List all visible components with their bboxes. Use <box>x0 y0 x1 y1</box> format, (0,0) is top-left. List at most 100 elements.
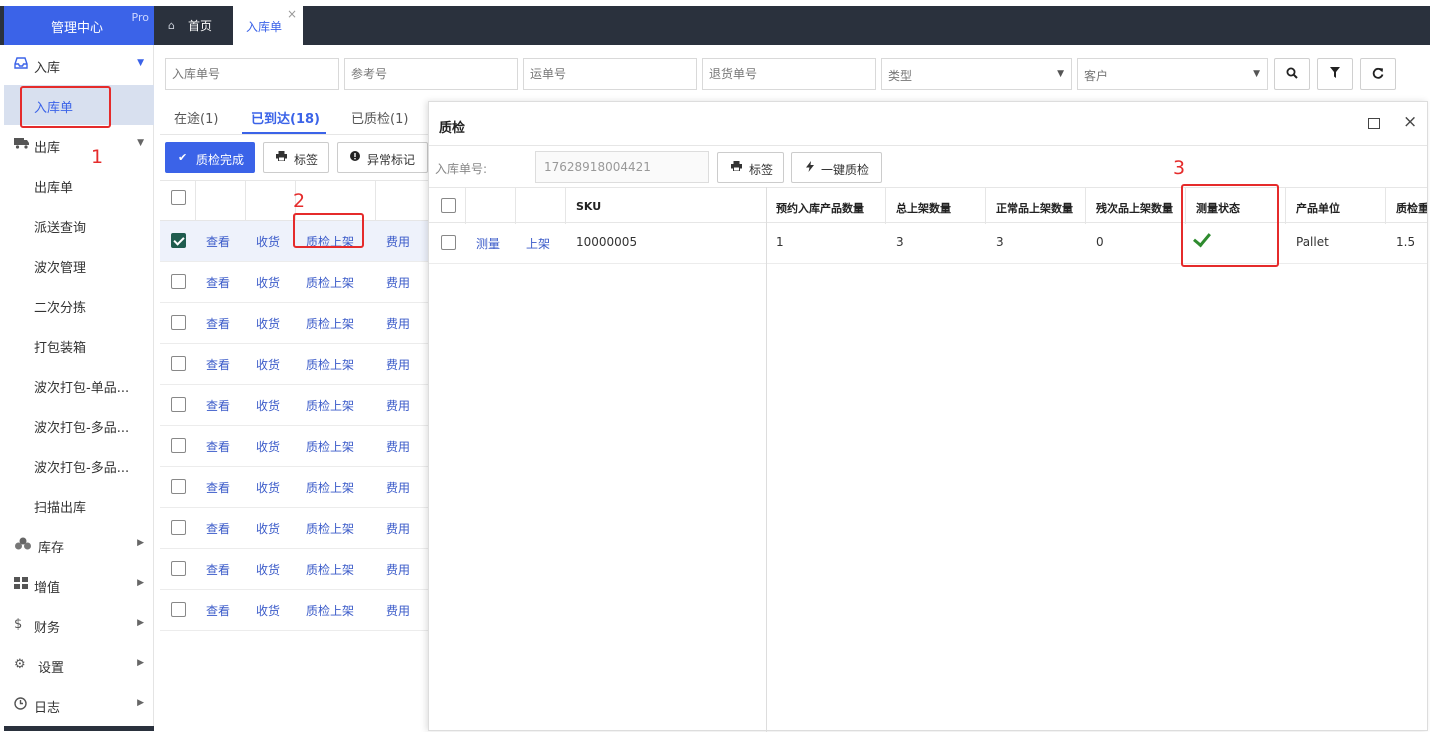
row-checkbox[interactable] <box>171 356 186 371</box>
view-link[interactable]: 查看 <box>206 356 230 373</box>
select-all-checkbox[interactable] <box>171 190 186 205</box>
fee-link[interactable]: 费用 <box>386 356 410 373</box>
sidebar-item-wave-pack-multi-1[interactable]: 波次打包-多品... <box>4 405 154 445</box>
exception-mark-button[interactable]: 异常标记 <box>337 142 428 173</box>
customer-select[interactable]: 客户 ▼ <box>1077 58 1268 90</box>
reference-no-input[interactable] <box>345 59 517 89</box>
sidebar-item-finance[interactable]: $ 财务 ▶ <box>4 605 154 645</box>
sidebar-item-value-added[interactable]: 增值 ▶ <box>4 565 154 605</box>
receive-link[interactable]: 收货 <box>256 274 280 291</box>
fee-link[interactable]: 费用 <box>386 274 410 291</box>
one-click-qc-button[interactable]: 一键质检 <box>791 152 882 183</box>
qc-shelve-link[interactable]: 质检上架 <box>306 438 354 455</box>
qc-shelve-link[interactable]: 质检上架 <box>306 520 354 537</box>
fee-link[interactable]: 费用 <box>386 438 410 455</box>
inbound-no-input[interactable] <box>166 59 338 89</box>
receive-link[interactable]: 收货 <box>256 315 280 332</box>
sidebar-item-delivery-query[interactable]: 派送查询 <box>4 205 154 245</box>
waybill-no-input[interactable] <box>524 59 696 89</box>
qc-shelve-link[interactable]: 质检上架 <box>306 602 354 619</box>
view-link[interactable]: 查看 <box>206 233 230 250</box>
view-link[interactable]: 查看 <box>206 561 230 578</box>
receive-link[interactable]: 收货 <box>256 602 280 619</box>
receive-link[interactable]: 收货 <box>256 479 280 496</box>
row-checkbox[interactable] <box>171 233 186 248</box>
fee-link[interactable]: 费用 <box>386 520 410 537</box>
shelve-link[interactable]: 上架 <box>526 235 550 252</box>
qc-shelve-link[interactable]: 质检上架 <box>306 561 354 578</box>
tab-inbound-order[interactable]: 入库单 × <box>233 6 303 45</box>
type-select[interactable]: 类型 ▼ <box>881 58 1072 90</box>
receive-link[interactable]: 收货 <box>256 561 280 578</box>
fee-link[interactable]: 费用 <box>386 602 410 619</box>
refresh-button[interactable] <box>1360 58 1396 90</box>
receive-link[interactable]: 收货 <box>256 397 280 414</box>
qc-shelve-link[interactable]: 质检上架 <box>306 356 354 373</box>
tab-home[interactable]: ⌂ 首页 <box>156 6 231 45</box>
measure-link[interactable]: 测量 <box>476 235 500 252</box>
sidebar-item-packing[interactable]: 打包装箱 <box>4 325 154 365</box>
sidebar-item-inventory[interactable]: 库存 ▶ <box>4 525 154 565</box>
filter-button[interactable] <box>1317 58 1353 90</box>
row-checkbox[interactable] <box>171 520 186 535</box>
logo-title: 管理中心 <box>51 21 104 36</box>
view-link[interactable]: 查看 <box>206 602 230 619</box>
maximize-icon[interactable] <box>1368 118 1380 129</box>
row-checkbox[interactable] <box>171 274 186 289</box>
row-checkbox[interactable] <box>171 561 186 576</box>
sidebar-item-outbound-order[interactable]: 出库单 <box>4 165 154 205</box>
receive-link[interactable]: 收货 <box>256 520 280 537</box>
qc-shelve-link[interactable]: 质检上架 <box>306 274 354 291</box>
view-link[interactable]: 查看 <box>206 274 230 291</box>
view-link[interactable]: 查看 <box>206 315 230 332</box>
sidebar-item-outbound[interactable]: 出库 ▼ <box>4 125 154 165</box>
row-checkbox[interactable] <box>171 479 186 494</box>
row-checkbox[interactable] <box>171 397 186 412</box>
fee-link[interactable]: 费用 <box>386 479 410 496</box>
select-all-checkbox[interactable] <box>441 198 456 213</box>
fee-link[interactable]: 费用 <box>386 315 410 332</box>
sidebar-item-scan-outbound[interactable]: 扫描出库 <box>4 485 154 525</box>
search-button[interactable] <box>1274 58 1310 90</box>
return-no-input[interactable] <box>703 59 875 89</box>
tab-arrived[interactable]: 已到达(18) <box>251 108 320 127</box>
receive-link[interactable]: 收货 <box>256 356 280 373</box>
label-button[interactable]: 标签 <box>263 142 329 173</box>
reference-no-field[interactable] <box>344 58 518 90</box>
sidebar-item-wave-pack-single[interactable]: 波次打包-单品... <box>4 365 154 405</box>
sidebar-item-inbound[interactable]: 入库 ▼ <box>4 45 154 85</box>
inbound-no-field[interactable] <box>165 58 339 90</box>
view-link[interactable]: 查看 <box>206 479 230 496</box>
tab-qc-done[interactable]: 已质检(1) <box>351 108 408 127</box>
sidebar-item-settings[interactable]: ⚙ 设置 ▶ <box>4 645 154 685</box>
return-no-field[interactable] <box>702 58 876 90</box>
row-checkbox[interactable] <box>171 438 186 453</box>
view-link[interactable]: 查看 <box>206 438 230 455</box>
receive-link[interactable]: 收货 <box>256 233 280 250</box>
sidebar-item-wave-management[interactable]: 波次管理 <box>4 245 154 285</box>
app-logo[interactable]: 管理中心 Pro <box>4 6 154 45</box>
modal-label-button[interactable]: 标签 <box>717 152 784 183</box>
row-checkbox[interactable] <box>171 315 186 330</box>
qc-complete-button[interactable]: ✔ 质检完成 <box>165 142 255 173</box>
qc-shelve-link[interactable]: 质检上架 <box>306 315 354 332</box>
annotation-number-2: 2 <box>293 190 306 212</box>
receive-link[interactable]: 收货 <box>256 438 280 455</box>
sidebar-item-wave-pack-multi-2[interactable]: 波次打包-多品... <box>4 445 154 485</box>
view-link[interactable]: 查看 <box>206 520 230 537</box>
waybill-no-field[interactable] <box>523 58 697 90</box>
close-icon[interactable]: × <box>287 7 297 21</box>
fee-link[interactable]: 费用 <box>386 233 410 250</box>
view-link[interactable]: 查看 <box>206 397 230 414</box>
qc-shelve-link[interactable]: 质检上架 <box>306 479 354 496</box>
close-icon[interactable]: × <box>1403 112 1417 132</box>
qc-shelve-link[interactable]: 质检上架 <box>306 397 354 414</box>
row-checkbox[interactable] <box>171 602 186 617</box>
tab-in-transit[interactable]: 在途(1) <box>174 108 218 127</box>
sidebar-item-secondary-sorting[interactable]: 二次分拣 <box>4 285 154 325</box>
fee-link[interactable]: 费用 <box>386 397 410 414</box>
fee-link[interactable]: 费用 <box>386 561 410 578</box>
sidebar-item-log[interactable]: 日志 ▶ <box>4 685 154 725</box>
row-checkbox[interactable] <box>441 235 456 250</box>
sidebar-item-label: 扫描出库 <box>34 501 87 516</box>
